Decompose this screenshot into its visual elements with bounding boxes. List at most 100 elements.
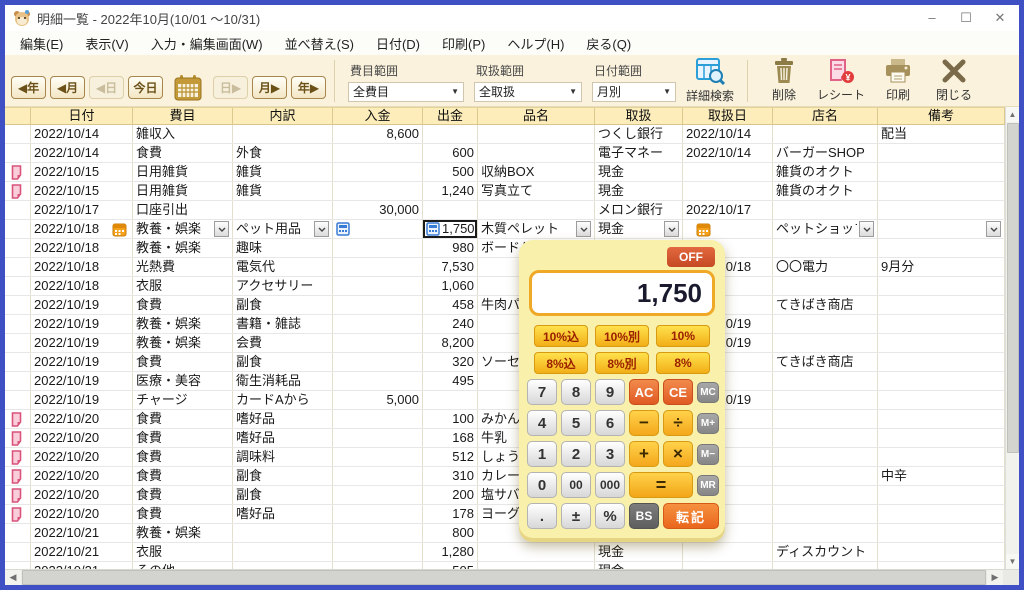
cell-category[interactable]: 食費 [133, 448, 233, 466]
dropdown-button[interactable] [314, 221, 329, 237]
cell-expense[interactable]: 495 [423, 372, 478, 390]
cell-account-date[interactable] [683, 220, 773, 238]
cell-store[interactable] [773, 372, 878, 390]
column-header-store[interactable]: 店名 [773, 108, 878, 124]
calculator-cell-icon[interactable] [336, 222, 350, 236]
key-1[interactable]: 1 [527, 441, 557, 467]
key-m-plus[interactable]: M+ [697, 413, 719, 434]
column-header-income[interactable]: 入金 [333, 108, 423, 124]
minimize-button[interactable]: – [915, 10, 949, 26]
table-row[interactable]: 2022/10/20食費調味料512しょうゆ [5, 448, 1005, 467]
cell-store[interactable] [773, 410, 878, 428]
key-10pct[interactable]: 10% [656, 325, 710, 347]
vertical-scroll-thumb[interactable] [1007, 123, 1019, 453]
cell-subcategory[interactable]: 副食 [233, 296, 333, 314]
cell-income[interactable] [333, 258, 423, 276]
cell-store[interactable] [773, 391, 878, 409]
cell-category[interactable]: 口座引出 [133, 201, 233, 219]
cell-subcategory[interactable]: 趣味 [233, 239, 333, 257]
table-row[interactable]: 2022/10/20食費嗜好品168牛乳 [5, 429, 1005, 448]
cell-expense[interactable]: 505 [423, 562, 478, 569]
cell-category[interactable]: 衣服 [133, 543, 233, 561]
cell-note[interactable] [878, 315, 1005, 333]
cell-income[interactable] [333, 543, 423, 561]
cell-category[interactable]: 食費 [133, 429, 233, 447]
cell-income[interactable] [333, 486, 423, 504]
cell-note[interactable] [878, 220, 1005, 238]
cell-category[interactable]: 教養・娯楽 [133, 315, 233, 333]
cell-account[interactable]: 現金 [595, 562, 683, 569]
scroll-left-arrow[interactable]: ◀ [5, 570, 21, 585]
cell-store[interactable] [773, 201, 878, 219]
cell-item[interactable] [478, 125, 595, 143]
horizontal-scrollbar[interactable]: ◀ ▶ [5, 569, 1019, 585]
cell-income[interactable]: 5,000 [333, 391, 423, 409]
cell-subcategory[interactable]: 雑貨 [233, 182, 333, 200]
cell-category[interactable]: 教養・娯楽 [133, 220, 233, 238]
cell-subcategory[interactable]: 副食 [233, 467, 333, 485]
cell-subcategory[interactable] [233, 201, 333, 219]
cell-note[interactable] [878, 486, 1005, 504]
key-transfer[interactable]: 転記 [663, 503, 719, 529]
table-row[interactable]: 2022/10/20食費副食310カレー粉中辛 [5, 467, 1005, 486]
cell-store[interactable]: てきばき商店 [773, 296, 878, 314]
cell-subcategory[interactable]: 雑貨 [233, 163, 333, 181]
cell-item[interactable] [478, 562, 595, 569]
cell-subcategory[interactable]: 外食 [233, 144, 333, 162]
key-10pct-excl[interactable]: 10%別 [595, 325, 649, 347]
table-row[interactable]: 2022/10/19教養・娯楽書籍・雑誌2402022/10/19 [5, 315, 1005, 334]
cell-income[interactable] [333, 239, 423, 257]
cell-expense[interactable]: 600 [423, 144, 478, 162]
key-2[interactable]: 2 [561, 441, 591, 467]
cell-subcategory[interactable]: 嗜好品 [233, 429, 333, 447]
cell-income[interactable] [333, 296, 423, 314]
cell-income[interactable] [333, 448, 423, 466]
cell-category[interactable]: 食費 [133, 296, 233, 314]
cell-note[interactable] [878, 543, 1005, 561]
key-8pct-incl[interactable]: 8%込 [534, 352, 588, 374]
cell-account-date[interactable]: 2022/10/14 [683, 125, 773, 143]
cell-category[interactable]: 雑収入 [133, 125, 233, 143]
table-row[interactable]: 2022/10/18光熱費電気代7,5302022/10/18〇〇電力9月分 [5, 258, 1005, 277]
cell-store[interactable] [773, 315, 878, 333]
key-plus[interactable]: + [629, 441, 659, 467]
cell-date[interactable]: 2022/10/15 [31, 182, 133, 200]
cell-date[interactable]: 2022/10/21 [31, 562, 133, 569]
key-3[interactable]: 3 [595, 441, 625, 467]
cell-item[interactable] [478, 144, 595, 162]
maximize-button[interactable]: ☐ [949, 10, 983, 26]
cell-subcategory[interactable]: ペット用品 [233, 220, 333, 238]
cell-income[interactable] [333, 334, 423, 352]
calculator-cell-icon[interactable] [426, 222, 440, 236]
cell-store[interactable] [773, 505, 878, 523]
cell-subcategory[interactable]: 衛生消耗品 [233, 372, 333, 390]
key-dot[interactable]: . [527, 503, 557, 529]
table-row[interactable]: 2022/10/19教養・娯楽会費8,2002022/10/19 [5, 334, 1005, 353]
key-percent[interactable]: % [595, 503, 625, 529]
cell-date[interactable]: 2022/10/20 [31, 448, 133, 466]
cell-note[interactable]: 9月分 [878, 258, 1005, 276]
cell-account[interactable]: 現金 [595, 163, 683, 181]
dropdown-button[interactable] [576, 221, 591, 237]
cell-category[interactable]: 教養・娯楽 [133, 239, 233, 257]
cell-note[interactable]: 中辛 [878, 467, 1005, 485]
cell-subcategory[interactable]: 調味料 [233, 448, 333, 466]
cell-store[interactable] [773, 467, 878, 485]
vertical-scrollbar[interactable]: ▲ ▼ [1005, 107, 1019, 569]
cell-store[interactable] [773, 562, 878, 569]
key-m-minus[interactable]: M− [697, 444, 719, 465]
cell-note[interactable] [878, 296, 1005, 314]
cell-expense[interactable]: 310 [423, 467, 478, 485]
table-row[interactable]: 2022/10/18教養・娯楽ペット用品1,750木質ペレット現金ペットショップ [5, 220, 1005, 239]
cell-category[interactable]: 光熱費 [133, 258, 233, 276]
cell-category[interactable]: 教養・娯楽 [133, 524, 233, 542]
cell-subcategory[interactable] [233, 125, 333, 143]
cell-account-date[interactable] [683, 182, 773, 200]
cell-date[interactable]: 2022/10/19 [31, 353, 133, 371]
cell-store[interactable]: てきばき商店 [773, 353, 878, 371]
key-multiply[interactable]: × [663, 441, 693, 467]
cell-note[interactable] [878, 372, 1005, 390]
table-row[interactable]: 2022/10/20食費嗜好品100みかん [5, 410, 1005, 429]
table-row[interactable]: 2022/10/14雑収入8,600つくし銀行2022/10/14配当 [5, 125, 1005, 144]
cell-date[interactable]: 2022/10/18 [31, 277, 133, 295]
